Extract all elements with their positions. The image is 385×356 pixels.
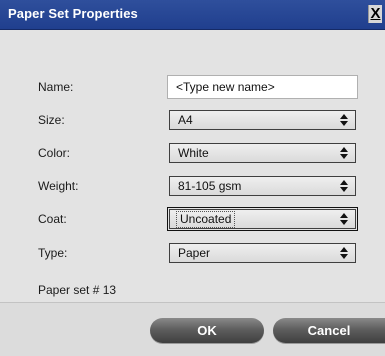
up-down-arrows-icon — [340, 247, 348, 259]
coat-selected-value: Uncoated — [176, 211, 236, 228]
name-label: Name: — [38, 80, 74, 94]
paper-set-number: Paper set # 13 — [38, 283, 117, 297]
paper-set-properties-dialog: Paper Set Properties X Name: Size: A4 Co… — [0, 0, 385, 356]
close-icon: X — [370, 5, 381, 22]
up-down-arrows-icon — [340, 147, 348, 159]
size-label: Size: — [38, 113, 65, 127]
name-field[interactable] — [167, 75, 358, 99]
type-dropdown[interactable]: Paper — [169, 243, 356, 263]
color-selected-value: White — [178, 146, 209, 160]
weight-dropdown[interactable]: 81-105 gsm — [169, 176, 356, 196]
cancel-button[interactable]: Cancel — [273, 318, 385, 343]
coat-dropdown[interactable]: Uncoated — [167, 207, 358, 231]
type-selected-value: Paper — [178, 246, 211, 260]
ok-button[interactable]: OK — [150, 318, 264, 343]
title-bar[interactable]: Paper Set Properties X — [0, 0, 385, 30]
size-selected-value: A4 — [178, 113, 193, 127]
coat-label: Coat: — [38, 212, 67, 226]
up-down-arrows-icon — [340, 180, 348, 192]
close-button[interactable]: X — [368, 5, 382, 23]
color-label: Color: — [38, 146, 71, 160]
weight-label: Weight: — [38, 179, 79, 193]
up-down-arrows-icon — [340, 114, 348, 126]
size-dropdown[interactable]: A4 — [169, 110, 356, 130]
up-down-arrows-icon — [340, 213, 348, 225]
type-label: Type: — [38, 246, 68, 260]
dialog-title: Paper Set Properties — [8, 6, 138, 21]
color-dropdown[interactable]: White — [169, 143, 356, 163]
weight-selected-value: 81-105 gsm — [178, 179, 242, 193]
